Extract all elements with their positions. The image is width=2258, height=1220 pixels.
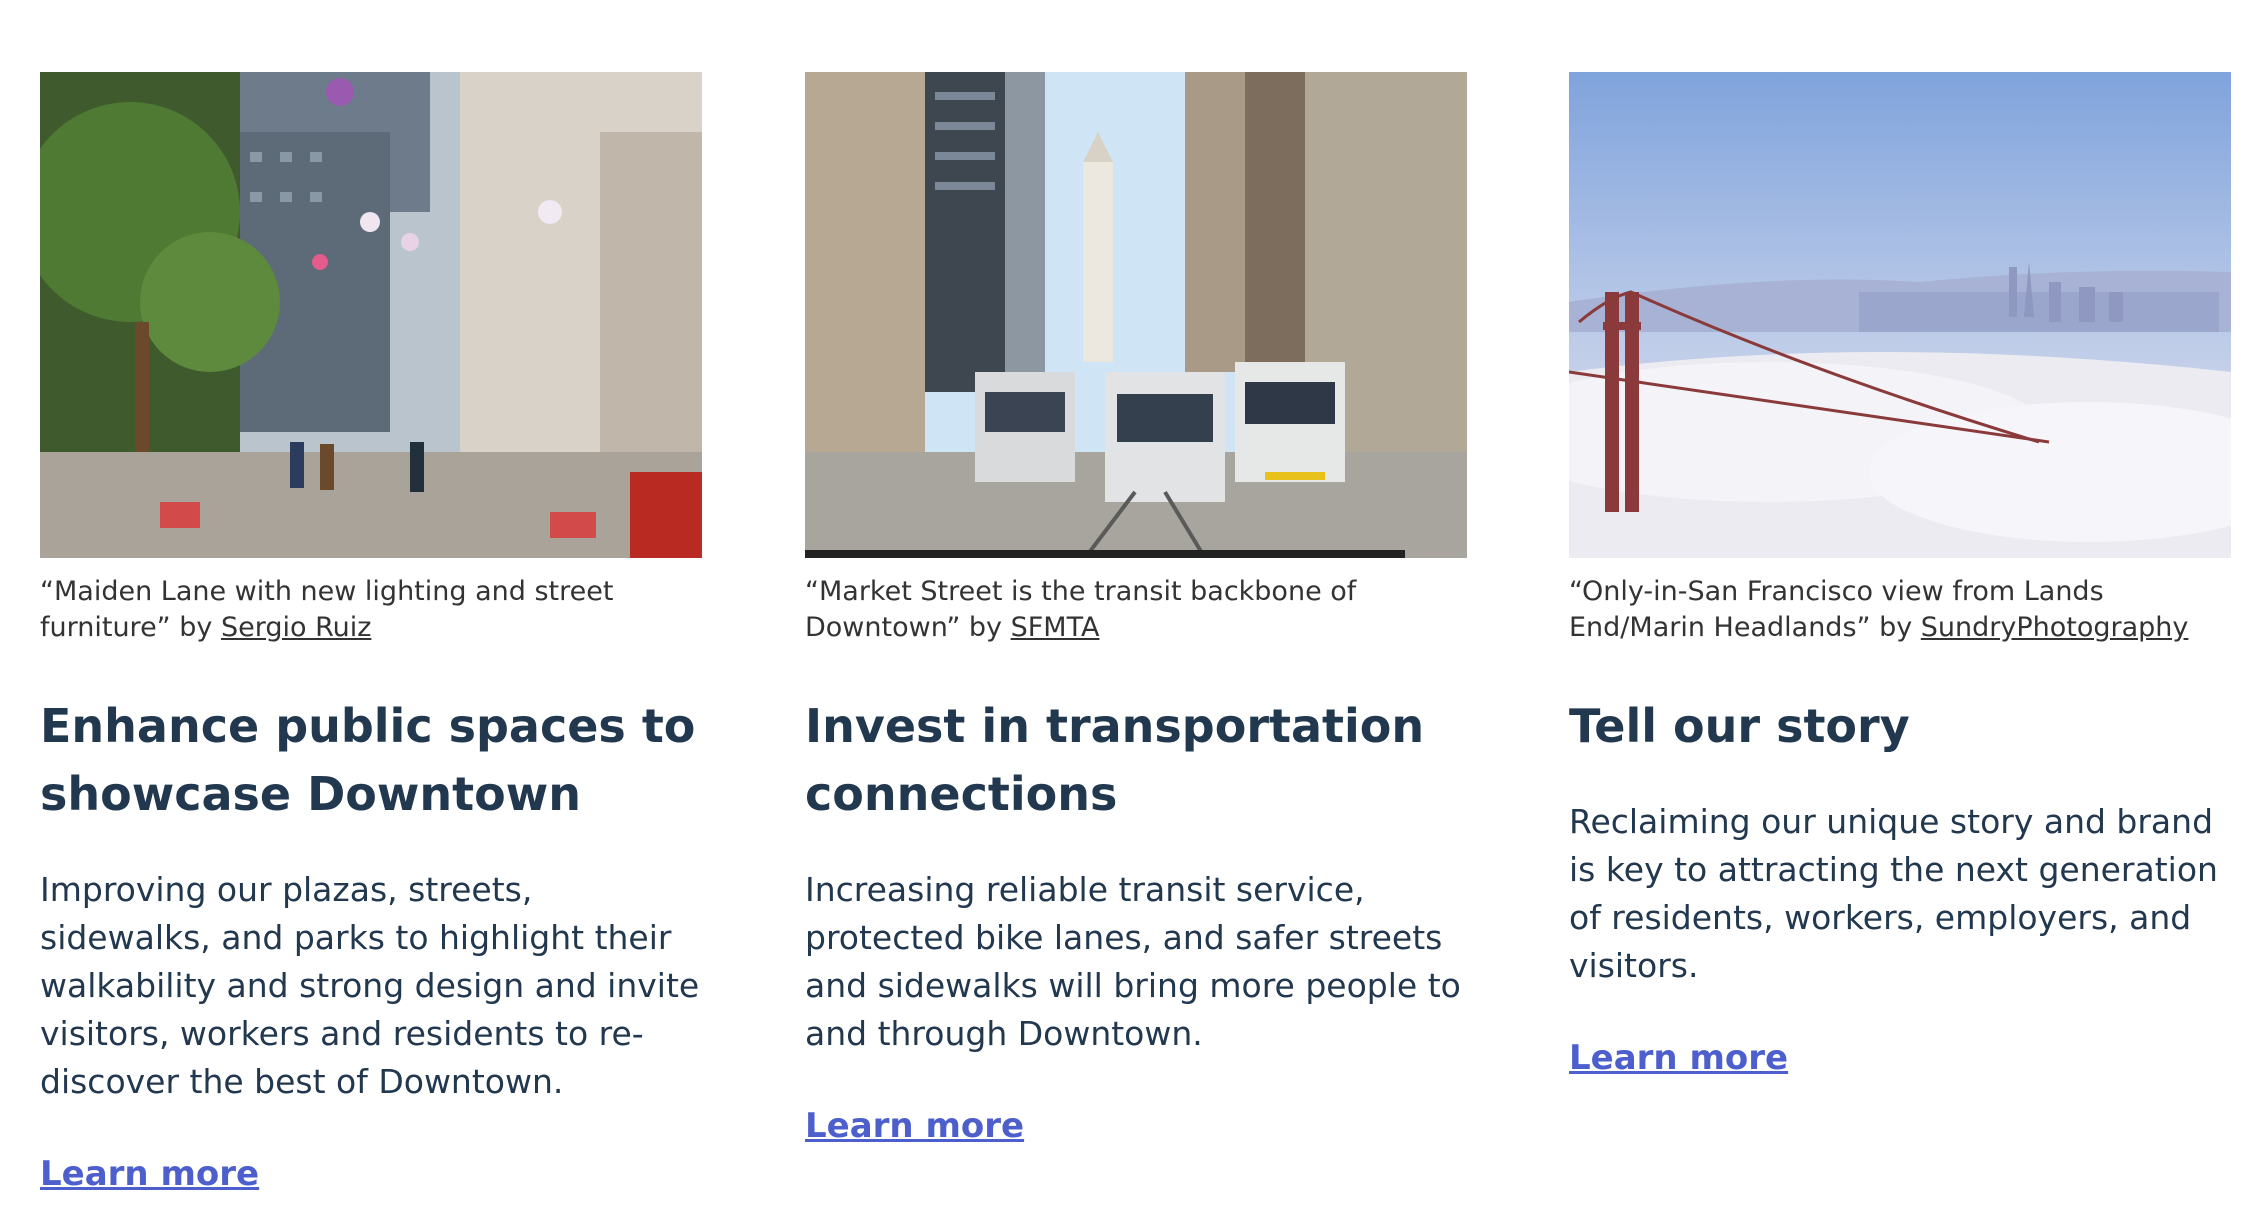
maiden-lane-photo	[40, 72, 702, 558]
card-transportation: “Market Street is the transit backbone o…	[805, 72, 1467, 1146]
photographer-link[interactable]: Sergio Ruiz	[221, 612, 371, 643]
learn-more-link[interactable]: Learn more	[40, 1154, 259, 1194]
street-photo-icon	[40, 72, 702, 558]
photographer-link[interactable]: SundryPhotography	[1921, 612, 2189, 643]
card-title: Tell our story	[1569, 699, 1910, 753]
card-story: “Only-in-San Francisco view from Lands E…	[1569, 72, 2231, 1078]
skyline-photo-icon	[1569, 72, 2231, 558]
card-title: Enhance public spaces to showcase Downto…	[40, 699, 696, 821]
card-public-spaces: “Maiden Lane with new lighting and stree…	[40, 72, 702, 1194]
learn-more-link[interactable]: Learn more	[1569, 1038, 1788, 1078]
card-title: Invest in transportation connections	[805, 699, 1425, 821]
market-street-photo	[805, 72, 1467, 558]
learn-more-link[interactable]: Learn more	[805, 1106, 1024, 1146]
photographer-link[interactable]: SFMTA	[1011, 612, 1100, 643]
photo-caption: “Only-in-San Francisco view from Lands E…	[1569, 574, 2231, 646]
card-body: Reclaiming our unique story and brand is…	[1569, 802, 2218, 985]
photo-caption: “Maiden Lane with new lighting and stree…	[40, 574, 702, 646]
card-body: Increasing reliable transit service, pro…	[805, 870, 1461, 1053]
golden-gate-photo	[1569, 72, 2231, 558]
photo-caption: “Market Street is the transit backbone o…	[805, 574, 1467, 646]
transit-photo-icon	[805, 72, 1467, 558]
card-body: Improving our plazas, streets, sidewalks…	[40, 870, 700, 1101]
